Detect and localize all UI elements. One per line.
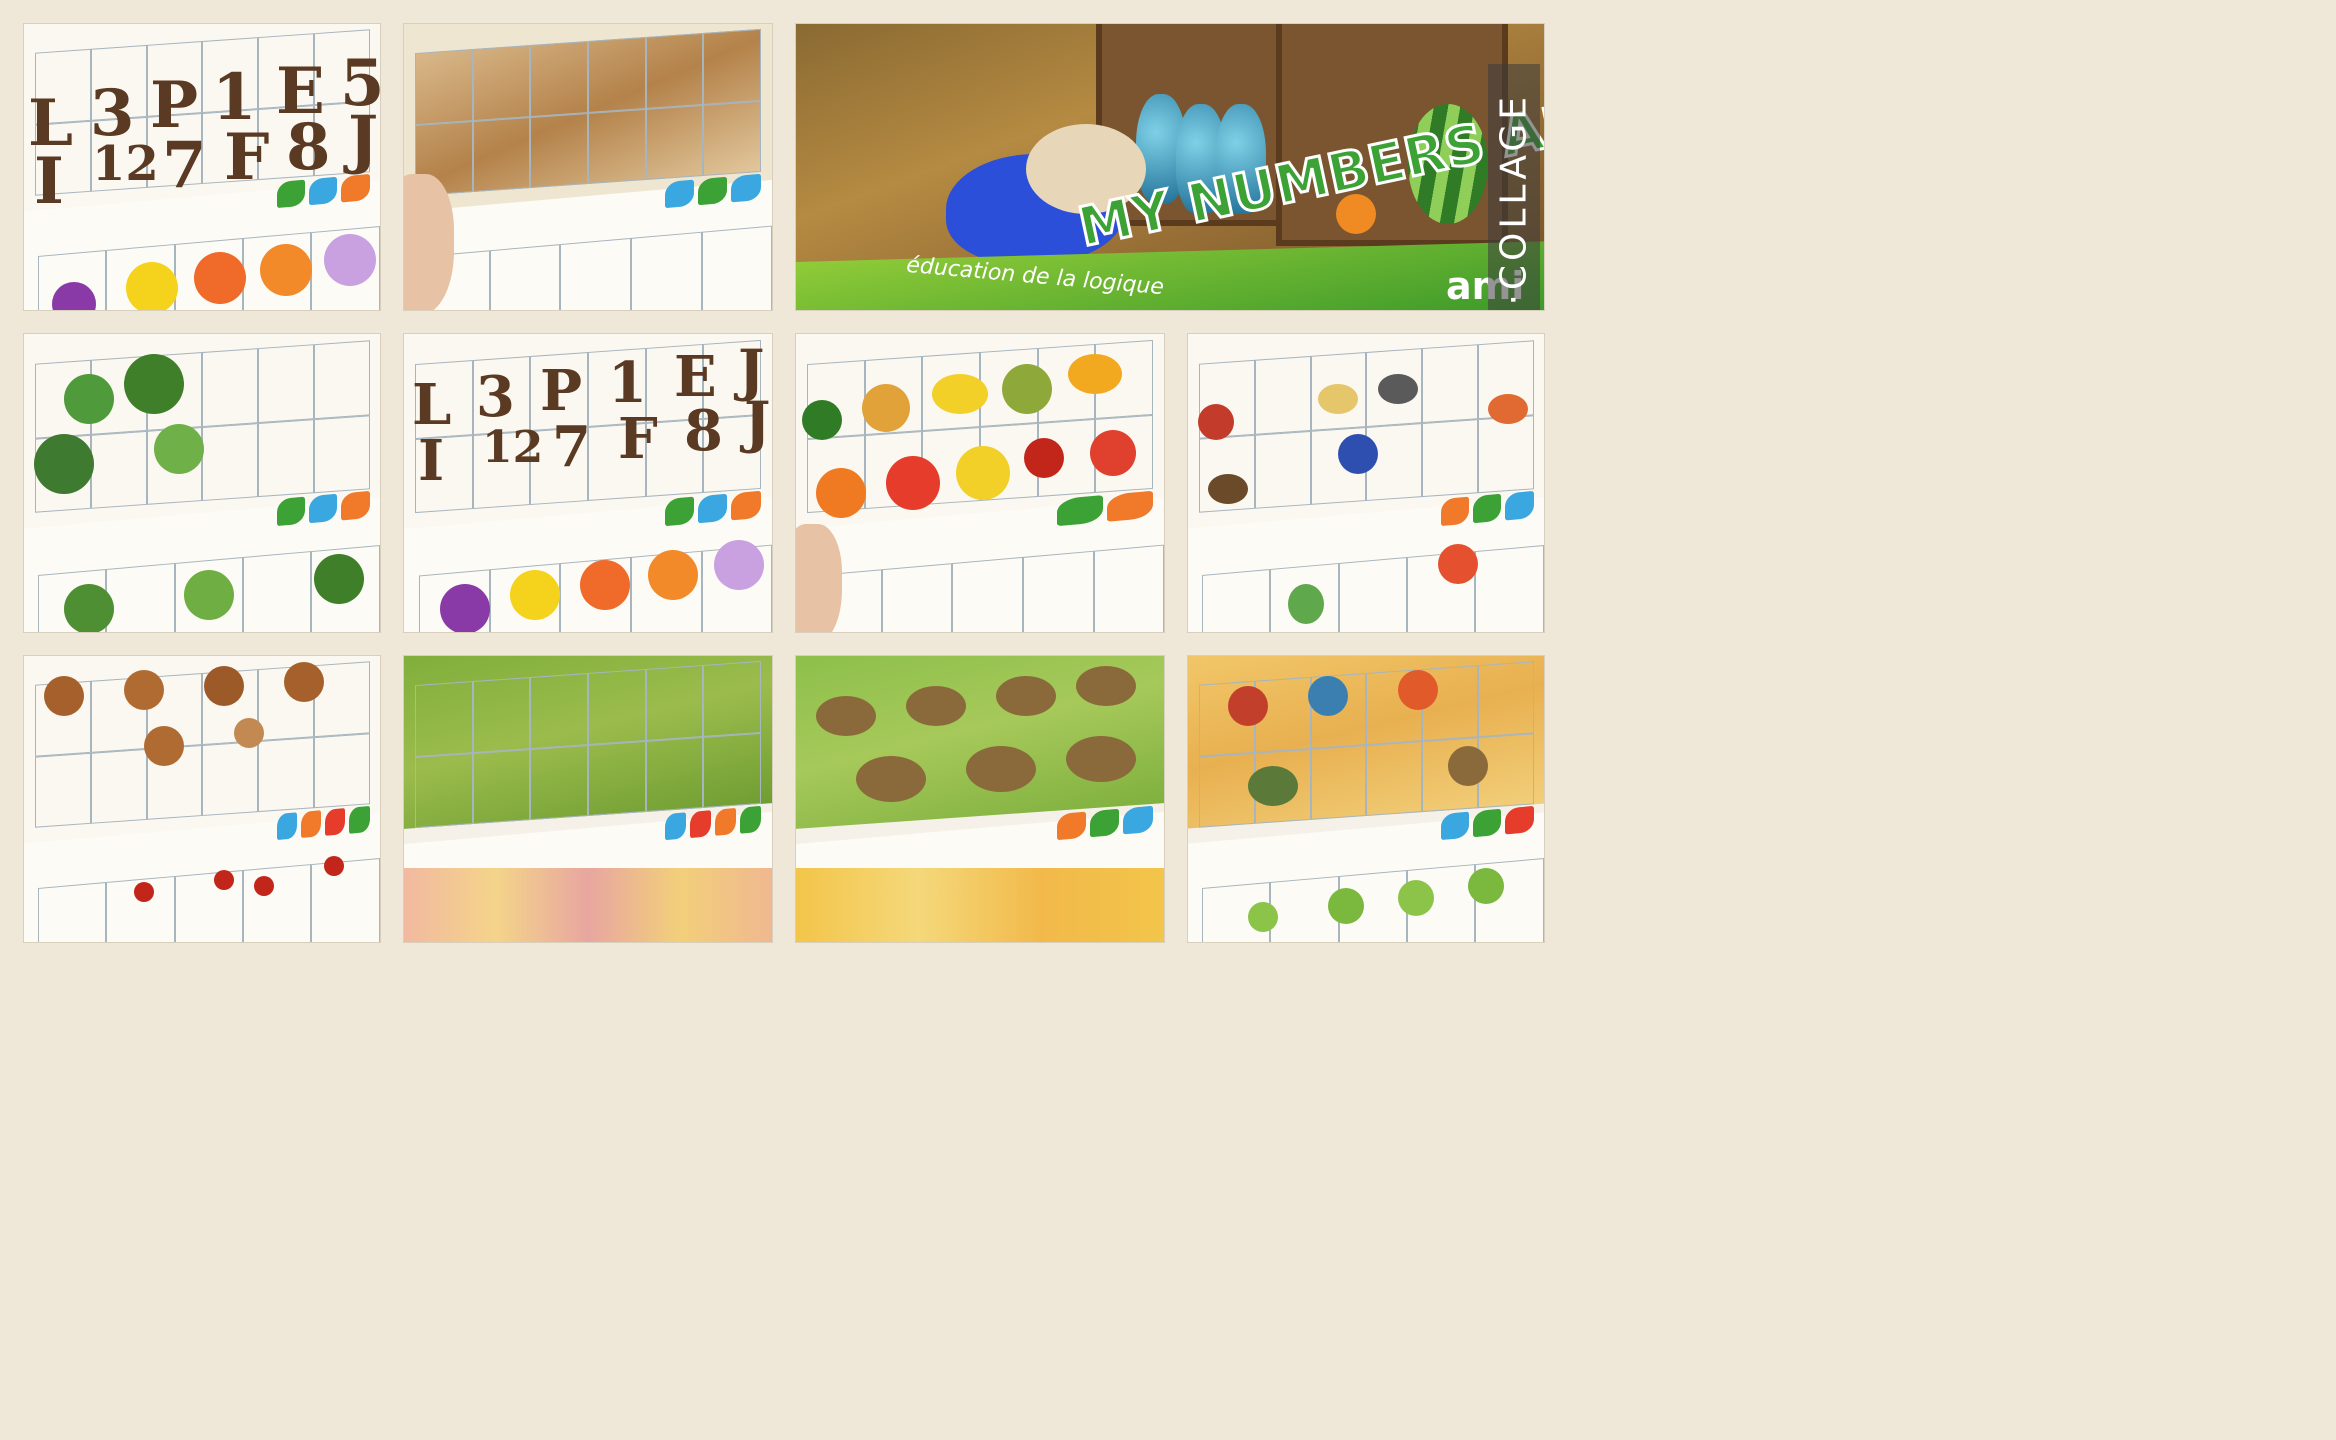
vegetable (64, 374, 114, 424)
panel-numbers-letters-2: L 3 P 1 E J I 12 7 F 8 J (404, 334, 772, 632)
glyph: I (418, 428, 445, 494)
tool-icon (1488, 394, 1528, 424)
watermelon (802, 400, 842, 440)
nest (1076, 666, 1136, 706)
puzzle-grid (34, 340, 370, 513)
toy (1398, 670, 1438, 710)
nest (816, 696, 876, 736)
fruit-face (580, 560, 630, 610)
fruit-face (126, 262, 178, 310)
glyph: 7 (552, 414, 591, 480)
cherry (214, 870, 234, 890)
cherry (134, 882, 154, 902)
fruit-face (324, 234, 376, 286)
tool-icon (1208, 474, 1248, 504)
grape-cluster (1398, 880, 1434, 916)
glyph: F (224, 120, 270, 195)
glyph: 12 (482, 422, 544, 473)
banana (932, 374, 988, 414)
fruit-face (714, 540, 764, 590)
cherry (1024, 438, 1064, 478)
toy (1308, 676, 1348, 716)
pineapple (862, 384, 910, 432)
panel-fruits (796, 334, 1164, 632)
chick-scenes (796, 868, 1164, 942)
tool-icon (1198, 404, 1234, 440)
glyph: 3 (476, 364, 515, 430)
fruit-face (194, 252, 246, 304)
puzzle-grid (415, 29, 761, 197)
vegetable (124, 354, 184, 414)
panel-field (404, 656, 772, 942)
tool-icon (1288, 584, 1324, 624)
panel-vegetables (24, 334, 380, 632)
vegetable (34, 434, 94, 494)
glyph: 12 (92, 136, 159, 192)
strawberry (1090, 430, 1136, 476)
tool-icon (1338, 434, 1378, 474)
vegetable (64, 584, 114, 632)
toy (1248, 766, 1298, 806)
muffin (44, 676, 84, 716)
puzzle-grid (415, 661, 761, 829)
glyph: 8 (286, 110, 331, 185)
nest (856, 756, 926, 802)
nest (996, 676, 1056, 716)
grape-cluster (1328, 888, 1364, 924)
lemon (956, 446, 1010, 500)
vegetable (314, 554, 364, 604)
nest (966, 746, 1036, 792)
watermark: PIC·COLLAGE (1488, 64, 1540, 310)
nest (906, 686, 966, 726)
nest (1066, 736, 1136, 782)
puzzle-grid (1198, 340, 1534, 513)
tool-icon (1438, 544, 1478, 584)
cherry (254, 876, 274, 896)
fruit-face (510, 570, 560, 620)
fruit-face (648, 550, 698, 600)
cherry (324, 856, 344, 876)
grape-cluster (1468, 868, 1504, 904)
panel-cover: MY NUMBERS ARE GONE éducation de la logi… (796, 24, 1544, 310)
vegetable (154, 424, 204, 474)
tool-icon (1318, 384, 1358, 414)
muffin (234, 718, 264, 748)
panel-muffins-cherries (24, 656, 380, 942)
tool-icon (1378, 374, 1418, 404)
glyph: 7 (162, 128, 207, 203)
hand (404, 174, 454, 310)
orange (816, 468, 866, 518)
grape-cluster (1248, 902, 1278, 932)
panel-tools (1188, 334, 1544, 632)
hand (796, 524, 842, 632)
fruit-face (440, 584, 490, 632)
muffin (204, 666, 244, 706)
fruit-face (260, 244, 312, 296)
toy (1228, 686, 1268, 726)
glyph: J (744, 390, 771, 456)
muffin (284, 662, 324, 702)
panel-nests-eggs (796, 656, 1164, 942)
glyph: 8 (684, 398, 723, 464)
muffin (144, 726, 184, 766)
panel-numbers-letters-1: L 3 P 1 E 5 I 12 7 F 8 J (24, 24, 380, 310)
toy (1448, 746, 1488, 786)
mango (1068, 354, 1122, 394)
vegetable (184, 570, 234, 620)
tomato (886, 456, 940, 510)
pear (1002, 364, 1052, 414)
panel-toys (1188, 656, 1544, 942)
glyph: F (618, 406, 658, 472)
muffin (124, 670, 164, 710)
glyph: J (348, 102, 379, 177)
vegetable-scenes (404, 868, 772, 942)
panel-bread-slices (404, 24, 772, 310)
